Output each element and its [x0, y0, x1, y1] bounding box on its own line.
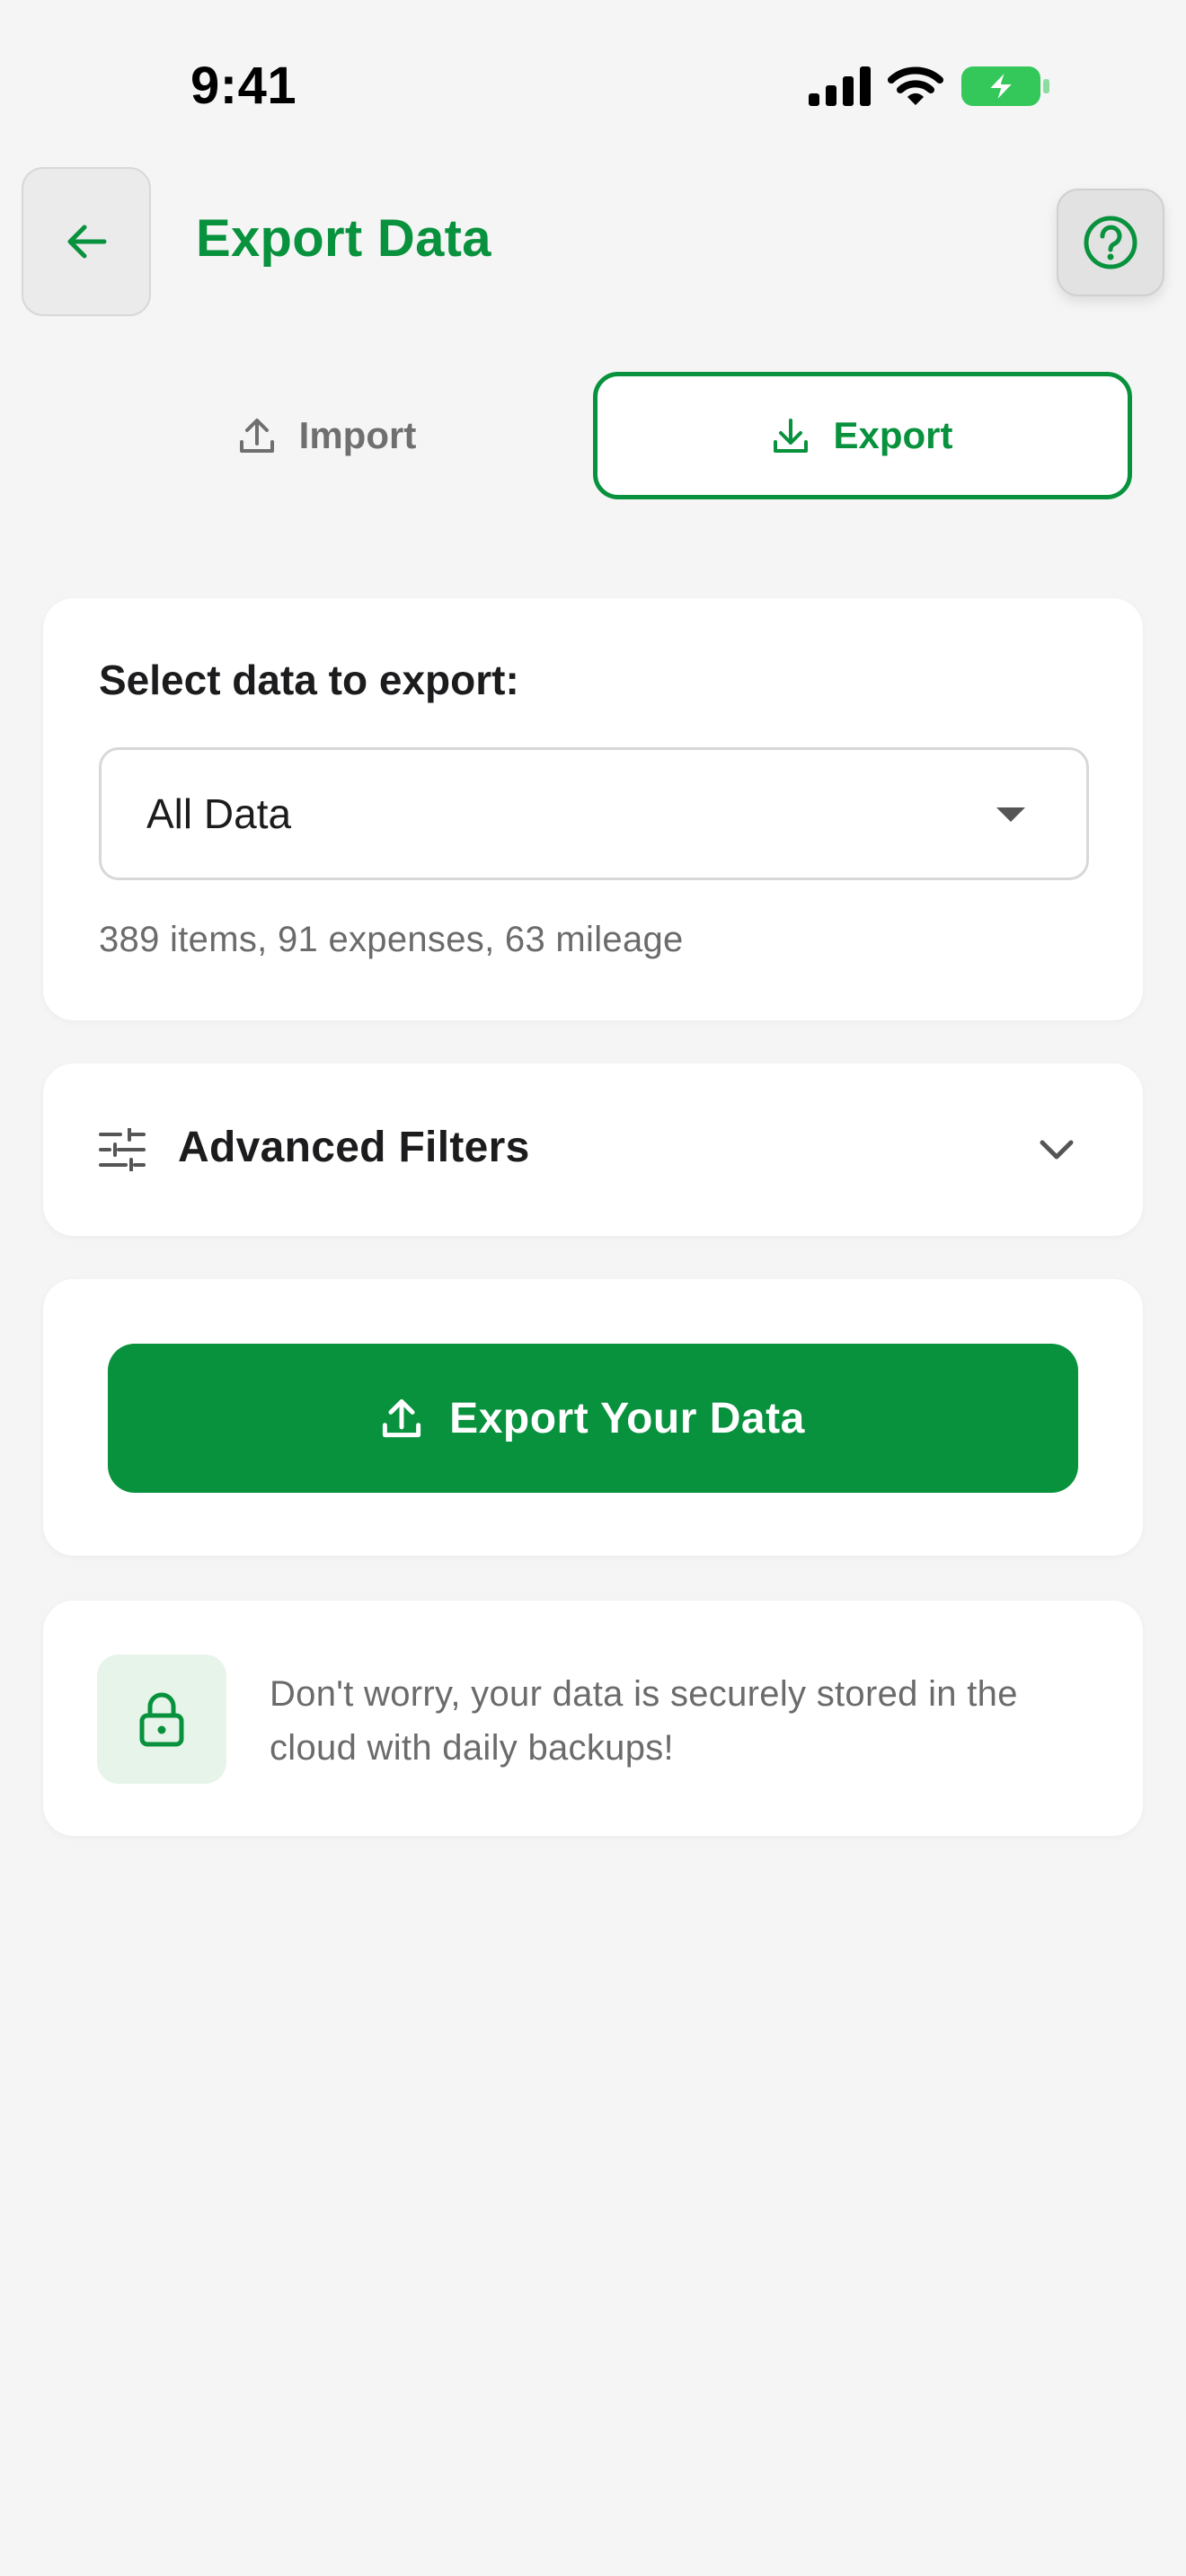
arrow-left-icon [67, 225, 107, 259]
select-data-label: Select data to export: [99, 657, 519, 703]
sliders-icon [99, 1128, 146, 1171]
cellular-signal-icon [809, 66, 871, 106]
question-circle-icon [1084, 216, 1137, 269]
chevron-down-icon [1040, 1140, 1074, 1160]
download-icon [774, 419, 809, 453]
back-button[interactable] [22, 167, 151, 316]
upload-icon [239, 419, 274, 453]
export-data-screen: 9:41 Export Data Import Export Select da… [0, 0, 1186, 2576]
tab-export[interactable]: Export [593, 372, 1132, 499]
tab-import[interactable]: Import [58, 372, 597, 499]
wifi-icon [888, 66, 943, 105]
tab-export-label: Export [833, 414, 953, 456]
caret-down-icon [996, 807, 1025, 822]
lock-tile [97, 1654, 226, 1784]
advanced-filters-label: Advanced Filters [178, 1124, 530, 1171]
upload-icon [383, 1398, 421, 1438]
help-button[interactable] [1057, 189, 1164, 296]
security-note-text: Don't worry, your data is securely store… [270, 1674, 1018, 1768]
select-data-card: Select data to export: All Data 389 item… [43, 598, 1143, 1020]
data-summary-text: 389 items, 91 expenses, 63 mileage [99, 920, 684, 959]
lock-icon [139, 1692, 184, 1747]
advanced-filters-toggle[interactable]: Advanced Filters [43, 1063, 1143, 1236]
page-title: Export Data [196, 209, 491, 268]
security-note-card: Don't worry, your data is securely store… [43, 1601, 1143, 1836]
data-type-select-value: All Data [146, 790, 292, 837]
battery-charging-icon [961, 66, 1049, 106]
export-your-data-button[interactable]: Export Your Data [108, 1344, 1078, 1493]
tab-import-label: Import [298, 414, 417, 456]
export-action-card: Export Your Data [43, 1279, 1143, 1556]
status-bar: 9:41 [0, 0, 1186, 171]
status-icons [809, 59, 1051, 113]
export-your-data-label: Export Your Data [449, 1394, 805, 1442]
status-time: 9:41 [190, 57, 297, 115]
data-type-select[interactable]: All Data [99, 747, 1089, 880]
